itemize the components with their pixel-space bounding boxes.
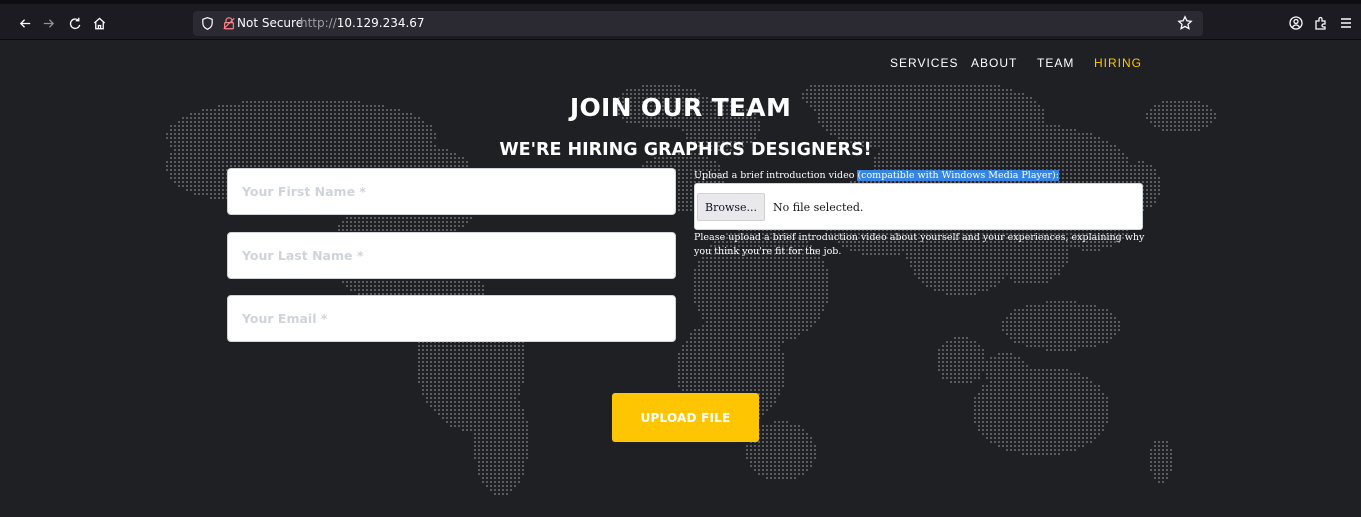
video-file-input[interactable]: Browse... No file selected. <box>694 183 1143 230</box>
browser-toolbar: Not Secure http://10.129.234.67 <box>0 0 1361 40</box>
upload-label-highlight: (compatible with Windows Media Player) <box>857 170 1056 181</box>
insecure-lock-icon[interactable] <box>222 16 236 31</box>
page-title: JOIN OUR TEAM <box>569 93 792 122</box>
top-navigation: SERVICES ABOUT TEAM HIRING <box>0 56 1361 72</box>
menu-icon[interactable] <box>1338 15 1354 31</box>
page-content: SERVICES ABOUT TEAM HIRING JOIN OUR TEAM… <box>0 40 1361 517</box>
nav-link-services[interactable]: SERVICES <box>890 56 958 70</box>
upload-label-prefix: Upload a brief introduction video <box>694 170 858 181</box>
url-scheme: http:// <box>300 16 337 30</box>
file-status-text: No file selected. <box>773 201 864 214</box>
nav-link-team[interactable]: TEAM <box>1037 56 1074 70</box>
page-subtitle: WE'RE HIRING GRAPHICS DESIGNERS! <box>499 140 872 160</box>
first-name-input[interactable] <box>227 168 676 215</box>
upload-help-text: Please upload a brief introduction video… <box>694 232 1145 257</box>
nav-link-about[interactable]: ABOUT <box>971 56 1017 70</box>
shield-icon[interactable] <box>200 16 215 31</box>
upload-file-button[interactable]: UPLOAD FILE <box>612 393 759 442</box>
star-icon[interactable] <box>1177 15 1193 31</box>
reload-icon[interactable] <box>64 12 86 34</box>
url-host: 10.129.234.67 <box>336 16 425 30</box>
url-text[interactable]: http://10.129.234.67 <box>300 16 425 30</box>
address-bar[interactable]: Not Secure http://10.129.234.67 <box>193 11 1203 36</box>
upload-video-label: Upload a brief introduction video (compa… <box>694 170 1059 181</box>
upload-label-suffix: : <box>1055 170 1059 181</box>
account-icon[interactable] <box>1288 15 1304 31</box>
browse-button[interactable]: Browse... <box>697 193 765 221</box>
extensions-icon[interactable] <box>1313 15 1329 31</box>
not-secure-label[interactable]: Not Secure <box>237 16 303 30</box>
nav-link-hiring[interactable]: HIRING <box>1094 56 1142 70</box>
forward-arrow-icon[interactable] <box>37 12 59 34</box>
last-name-input[interactable] <box>227 232 676 279</box>
email-input[interactable] <box>227 295 676 342</box>
back-arrow-icon[interactable] <box>14 12 36 34</box>
home-icon[interactable] <box>88 12 110 34</box>
